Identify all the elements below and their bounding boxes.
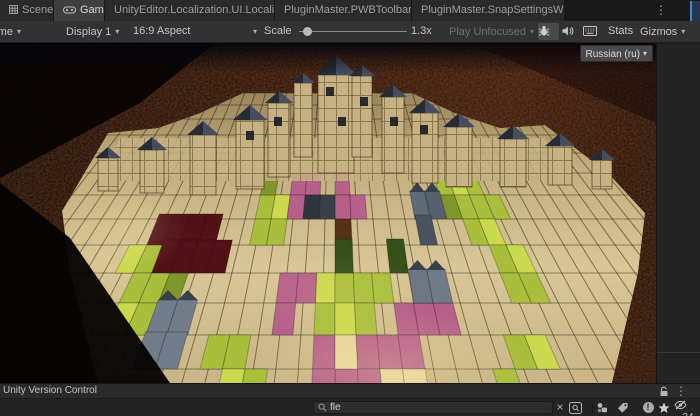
- tab-pwb-toolbar[interactable]: PluginMaster.PWBToolbar: [275, 0, 411, 21]
- hidden-count: 34: [682, 412, 693, 416]
- search-icon: [318, 403, 327, 412]
- gizmos-dropdown[interactable]: Gizmos ▾: [640, 21, 685, 42]
- chevron-down-icon: ▾: [252, 27, 257, 36]
- stats-button[interactable]: Stats: [608, 21, 633, 42]
- unity-editor-window: Scene Game UnityEditor.Localization.UI.L…: [0, 0, 700, 416]
- version-control-toolbar: × ! 34: [0, 398, 700, 416]
- play-focused-dropdown[interactable]: Play Unfocused ▾: [449, 21, 534, 42]
- display-dropdown[interactable]: Display 1 ▾: [66, 21, 119, 42]
- speaker-icon[interactable]: [561, 23, 582, 40]
- scale-label: Scale: [264, 25, 292, 37]
- divider: [592, 402, 593, 413]
- tab-scene-label: Scene: [22, 4, 53, 16]
- tab-game[interactable]: Game: [54, 0, 104, 21]
- scale-slider-knob[interactable]: [303, 27, 312, 36]
- panel-divider: [657, 352, 700, 353]
- tab-snap-settings[interactable]: PluginMaster.SnapSettingsWindow: [412, 0, 564, 21]
- chevron-down-icon: ▾: [642, 49, 647, 58]
- aspect-label: 16:9 Aspect: [133, 25, 191, 37]
- warning-icon[interactable]: !: [638, 400, 658, 415]
- tab-localization-label: UnityEditor.Localization.UI.Localiza: [114, 4, 274, 16]
- voxel-castle-scene: [0, 43, 656, 383]
- search-field[interactable]: [313, 401, 553, 414]
- grid-icon: [9, 5, 18, 14]
- gamepad-icon: [63, 6, 76, 14]
- keyboard-icon[interactable]: [583, 23, 606, 40]
- language-label: Russian (ru): [585, 49, 640, 60]
- chevron-down-icon: ▾: [681, 27, 686, 36]
- version-control-tab-bar: Unity Version Control ⋮: [0, 383, 700, 398]
- scale-slider[interactable]: [299, 27, 407, 36]
- tab-pwb-label: PluginMaster.PWBToolbar: [284, 4, 411, 16]
- aspect-dropdown[interactable]: 16:9 Aspect ▾: [133, 21, 261, 42]
- eye-slash-icon: [674, 400, 700, 410]
- chevron-down-icon: ▾: [16, 27, 21, 36]
- lock-icon[interactable]: [659, 386, 669, 397]
- game-mode-label: Game: [0, 26, 13, 38]
- adjacent-tab-edge: [690, 1, 700, 21]
- scale-value: 1.3x: [411, 25, 432, 37]
- play-focused-label: Play Unfocused: [449, 26, 527, 38]
- chevron-down-icon: ▾: [115, 27, 120, 36]
- gizmos-label: Gizmos: [640, 26, 678, 38]
- label-icon[interactable]: [617, 400, 637, 415]
- bug-icon[interactable]: [538, 23, 559, 40]
- tab-snap-label: PluginMaster.SnapSettingsWindow: [421, 4, 564, 16]
- window-search-icon[interactable]: [569, 400, 589, 415]
- game-mode-dropdown[interactable]: Game▾: [0, 21, 21, 42]
- pending-changes-icon[interactable]: [596, 400, 616, 415]
- game-toolbar: Game▾ Display 1▾ 16:9 Aspect▾ Scale 1.3x…: [0, 21, 700, 43]
- kebab-menu-icon[interactable]: ⋮: [653, 0, 669, 21]
- right-panel-edge: [656, 43, 700, 383]
- game-viewport[interactable]: Russian (ru) ▾: [0, 43, 656, 383]
- tab-version-control[interactable]: Unity Version Control: [3, 384, 97, 398]
- display-label: Display 1: [66, 26, 112, 38]
- hidden-changes-toggle[interactable]: 34: [674, 400, 700, 416]
- tab-bar: Scene Game UnityEditor.Localization.UI.L…: [0, 0, 700, 21]
- clear-icon[interactable]: ×: [553, 400, 567, 415]
- language-dropdown[interactable]: Russian (ru) ▾: [579, 45, 653, 62]
- tab-game-label: Game: [80, 4, 104, 16]
- search-input[interactable]: [330, 402, 548, 413]
- tab-scene[interactable]: Scene: [0, 0, 53, 21]
- tab-localization[interactable]: UnityEditor.Localization.UI.Localiza: [105, 0, 274, 21]
- chevron-down-icon: ▾: [530, 27, 535, 36]
